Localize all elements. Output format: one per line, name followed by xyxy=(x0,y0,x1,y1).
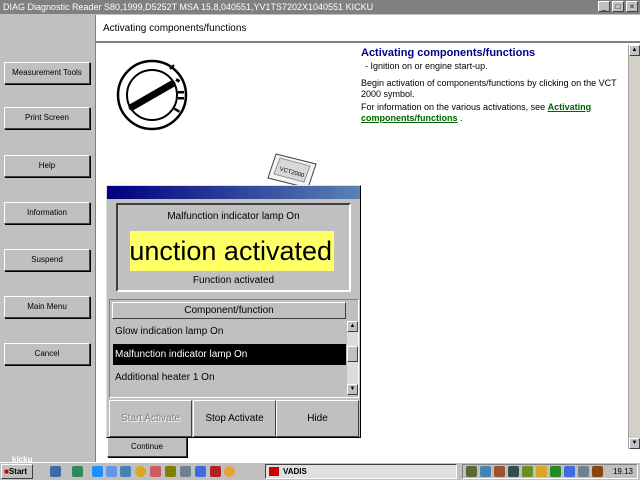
button-label: Continue xyxy=(130,442,164,451)
scroll-up-arrow-icon[interactable]: ▲ xyxy=(629,45,640,56)
clock[interactable]: 19.13 xyxy=(613,465,633,478)
active-component-label: Malfunction indicator lamp On xyxy=(167,211,300,222)
scroll-down-arrow-icon[interactable]: ▼ xyxy=(629,438,640,449)
continue-button[interactable]: Continue xyxy=(107,437,187,457)
information-button[interactable]: Information xyxy=(4,202,90,224)
button-label: Print Screen xyxy=(24,113,70,122)
button-label: Cancel xyxy=(34,349,60,358)
button-label: Main Menu xyxy=(27,302,67,311)
tray-icon[interactable] xyxy=(578,466,589,477)
start-button[interactable]: ■Start xyxy=(1,464,33,479)
vadis-icon xyxy=(269,467,279,476)
suspend-button[interactable]: Suspend xyxy=(4,249,90,271)
button-label: Start Activate xyxy=(121,413,180,424)
help-button[interactable]: Help xyxy=(4,155,90,177)
activation-dialog: Malfunction indicator lamp On Function a… xyxy=(106,185,361,438)
status-banner-text: Function activated xyxy=(130,236,332,266)
start-activate-button[interactable]: Start Activate xyxy=(109,400,192,437)
start-label: Start xyxy=(8,467,28,476)
list-scrollbar[interactable]: ▲ ▼ xyxy=(347,321,358,395)
cancel-button[interactable]: Cancel xyxy=(4,343,90,365)
smiley-icon[interactable] xyxy=(135,466,146,477)
button-label: Hide xyxy=(307,413,328,424)
info-heading: Activating components/functions xyxy=(361,47,536,59)
taskbar: ■Start VADIS 19.13 xyxy=(0,462,640,480)
info-text-suffix: . xyxy=(460,113,463,123)
window-icon[interactable] xyxy=(195,466,206,477)
minimize-button[interactable]: _ xyxy=(598,1,610,12)
button-label: Suspend xyxy=(31,255,63,264)
list-scroll-down-icon[interactable]: ▼ xyxy=(347,384,358,395)
tray-icon[interactable] xyxy=(592,466,603,477)
app-icon[interactable] xyxy=(165,466,176,477)
task-vadis[interactable]: VADIS xyxy=(265,464,457,479)
component-list: Component/function Glow indication lamp … xyxy=(109,299,359,398)
tray-icon[interactable] xyxy=(536,466,547,477)
explorer-icon[interactable] xyxy=(106,466,117,477)
hide-button[interactable]: Hide xyxy=(276,400,359,437)
tools-icon[interactable] xyxy=(150,466,161,477)
list-scroll-thumb[interactable] xyxy=(347,346,358,362)
button-label: Help xyxy=(38,161,56,170)
button-label: Measurement Tools xyxy=(12,68,82,77)
status-banner: Function activated xyxy=(130,231,334,271)
ignition-key-icon xyxy=(116,59,188,131)
info-bullet: - Ignition on or engine start-up. xyxy=(365,61,488,71)
task-label: VADIS xyxy=(283,467,307,476)
settings-icon[interactable] xyxy=(180,466,191,477)
tray-icon[interactable] xyxy=(466,466,477,477)
media-icon[interactable] xyxy=(210,466,221,477)
quicklaunch-icon[interactable] xyxy=(72,466,83,477)
button-label: Stop Activate xyxy=(205,413,264,424)
stop-activate-button[interactable]: Stop Activate xyxy=(193,400,276,437)
vertical-scrollbar[interactable]: ▲ ▼ xyxy=(628,45,640,449)
desktop-icon[interactable] xyxy=(50,466,61,477)
info-text: Activating components/functions - Igniti… xyxy=(361,47,631,124)
maximize-button[interactable]: □ xyxy=(612,1,624,12)
dialog-titlebar[interactable] xyxy=(107,186,360,199)
list-item-selected[interactable]: Malfunction indicator lamp On xyxy=(113,344,346,365)
browser-icon[interactable] xyxy=(92,466,103,477)
status-text: Function activated xyxy=(192,275,275,286)
print-screen-button[interactable]: Print Screen xyxy=(4,107,90,129)
info-text-prefix: For information on the various activatio… xyxy=(361,102,546,112)
folder-icon[interactable] xyxy=(120,466,131,477)
window-title: DIAG Diagnostic Reader S80,1999,D5252T M… xyxy=(3,2,374,12)
main-menu-button[interactable]: Main Menu xyxy=(4,296,90,318)
tray-icon[interactable] xyxy=(564,466,575,477)
system-tray: 19.13 xyxy=(462,464,638,479)
list-item[interactable]: Glow indication lamp On xyxy=(113,321,346,342)
page-title: Activating components/functions xyxy=(96,15,640,43)
info-paragraph: Begin activation of components/functions… xyxy=(361,78,617,99)
list-scroll-up-icon[interactable]: ▲ xyxy=(347,321,358,332)
tray-icon[interactable] xyxy=(494,466,505,477)
measurement-tools-button[interactable]: Measurement Tools xyxy=(4,62,90,84)
tray-icon[interactable] xyxy=(550,466,561,477)
chrome-icon[interactable] xyxy=(224,466,235,477)
vct2000-icon[interactable]: VCT2000 xyxy=(266,150,318,190)
info-paragraph-link: For information on the various activatio… xyxy=(361,102,631,124)
tray-icon[interactable] xyxy=(522,466,533,477)
window-titlebar: DIAG Diagnostic Reader S80,1999,D5252T M… xyxy=(0,0,640,14)
activation-status-panel: Malfunction indicator lamp On Function a… xyxy=(116,203,351,292)
list-header[interactable]: Component/function xyxy=(112,302,346,319)
button-label: Information xyxy=(26,208,68,217)
close-button[interactable]: × xyxy=(626,1,638,12)
list-item[interactable]: Additional heater 1 On xyxy=(113,367,346,388)
tray-icon[interactable] xyxy=(480,466,491,477)
tray-icon[interactable] xyxy=(508,466,519,477)
